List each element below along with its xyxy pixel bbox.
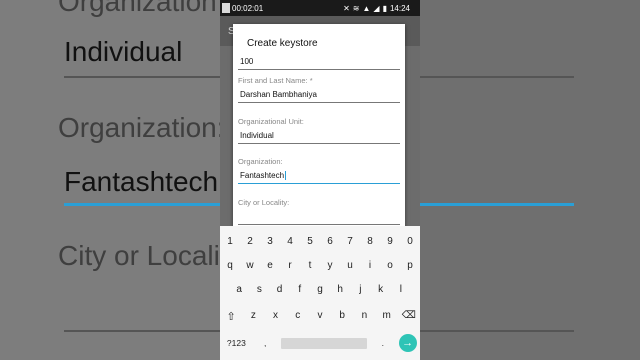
keyboard-row-function: ?123 , . →: [220, 334, 420, 352]
key[interactable]: 7: [341, 236, 359, 247]
key[interactable]: y: [321, 260, 339, 271]
wifi-icon: ≋: [352, 3, 360, 13]
key[interactable]: c: [289, 310, 307, 323]
key[interactable]: 4: [281, 236, 299, 247]
organizational-unit-input[interactable]: Individual: [238, 129, 400, 144]
period-key[interactable]: .: [374, 338, 392, 348]
create-keystore-dialog: Create keystore 100 First and Last Name:…: [233, 24, 405, 234]
key[interactable]: q: [221, 260, 239, 271]
status-icons: ✕ ≋ ▲ ◢ ▮ 14:24: [343, 4, 414, 13]
organizational-unit-label: Organizational Unit:: [238, 117, 304, 126]
organization-field[interactable]: Organization: Fantashtech: [238, 157, 400, 184]
key[interactable]: o: [381, 260, 399, 271]
key[interactable]: 2: [241, 236, 259, 247]
organizational-unit-field[interactable]: Organizational Unit: Individual: [238, 117, 400, 144]
key[interactable]: u: [341, 260, 359, 271]
bg-right-underline-3: [420, 330, 574, 332]
key[interactable]: h: [331, 284, 349, 295]
city-locality-field[interactable]: City or Locality:: [238, 198, 400, 225]
background-zoom-left: Organization Individual Organization: Fa…: [0, 0, 220, 360]
comma-key[interactable]: ,: [256, 338, 274, 348]
key[interactable]: r: [281, 260, 299, 271]
space-bar[interactable]: [280, 337, 367, 349]
first-last-name-label: First and Last Name: *: [238, 76, 313, 85]
key[interactable]: t: [301, 260, 319, 271]
key[interactable]: m: [378, 310, 396, 323]
bg-city-underline: [64, 330, 220, 332]
enter-key-icon[interactable]: →: [398, 334, 417, 352]
key[interactable]: l: [392, 284, 410, 295]
bg-org-unit-underline: [64, 76, 220, 78]
soft-keyboard: 1 2 3 4 5 6 7 8 9 0 q w e r t y u i o p …: [220, 226, 420, 360]
key[interactable]: x: [267, 310, 285, 323]
keyboard-row-numbers: 1 2 3 4 5 6 7 8 9 0: [220, 236, 420, 247]
organization-input[interactable]: Fantashtech: [238, 169, 400, 184]
key[interactable]: b: [333, 310, 351, 323]
app-notification-icon: [222, 3, 230, 13]
bg-org-unit-value: Individual: [64, 36, 183, 67]
key[interactable]: i: [361, 260, 379, 271]
clock: 14:24: [389, 3, 410, 13]
key[interactable]: d: [271, 284, 289, 295]
mute-icon: ✕: [343, 3, 350, 13]
keyboard-row-top: q w e r t y u i o p: [220, 260, 420, 271]
key[interactable]: 3: [261, 236, 279, 247]
organization-label: Organization:: [238, 157, 283, 166]
alias-input[interactable]: 100: [238, 55, 400, 70]
bg-org-underline: [64, 203, 220, 206]
organization-value: Fantashtech: [240, 171, 285, 180]
key[interactable]: s: [250, 284, 268, 295]
key[interactable]: k: [372, 284, 390, 295]
shift-key-icon[interactable]: ⇧: [222, 310, 240, 323]
alias-field[interactable]: 100: [238, 52, 400, 70]
key[interactable]: 5: [301, 236, 319, 247]
key[interactable]: a: [230, 284, 248, 295]
bg-right-underline-2: [420, 203, 574, 206]
signal-icon: ▲: [362, 3, 371, 13]
key[interactable]: z: [244, 310, 262, 323]
battery-icon: ▮: [382, 3, 387, 13]
keyboard-row-bottom: ⇧ z x c v b n m ⌫: [220, 310, 420, 323]
4g-icon: ◢: [373, 3, 380, 13]
key[interactable]: 6: [321, 236, 339, 247]
key[interactable]: 1: [221, 236, 239, 247]
key[interactable]: 8: [361, 236, 379, 247]
status-bar: 00:02:01 ✕ ≋ ▲ ◢ ▮ 14:24: [220, 0, 420, 16]
bg-top-label: Organization: [58, 0, 217, 17]
first-last-name-input[interactable]: Darshan Bambhaniya: [238, 88, 400, 103]
keyboard-row-middle: a s d f g h j k l: [220, 284, 420, 295]
text-caret: [285, 171, 287, 181]
key[interactable]: j: [351, 284, 369, 295]
bg-org-label: Organization:: [58, 112, 220, 143]
key[interactable]: f: [291, 284, 309, 295]
background-zoom-right: [420, 0, 640, 360]
bg-right-underline-1: [420, 76, 574, 78]
recording-time: 00:02:01: [232, 3, 264, 13]
city-locality-label: City or Locality:: [238, 198, 290, 207]
dialog-title: Create keystore: [247, 38, 318, 49]
key[interactable]: g: [311, 284, 329, 295]
key[interactable]: p: [401, 260, 419, 271]
key[interactable]: e: [261, 260, 279, 271]
key[interactable]: w: [241, 260, 259, 271]
city-locality-input[interactable]: [238, 210, 400, 225]
symbols-key[interactable]: ?123: [223, 338, 249, 348]
first-last-name-field[interactable]: First and Last Name: * Darshan Bambhaniy…: [238, 76, 400, 103]
key[interactable]: 0: [401, 236, 419, 247]
phone-screen: 00:02:01 ✕ ≋ ▲ ◢ ▮ 14:24 S Create keysto…: [220, 0, 420, 360]
bg-org-value: Fantashtech: [64, 166, 219, 197]
key[interactable]: 9: [381, 236, 399, 247]
key[interactable]: n: [355, 310, 373, 323]
bg-city-label: City or Localit: [58, 240, 220, 271]
backspace-key-icon[interactable]: ⌫: [400, 310, 418, 323]
key[interactable]: v: [311, 310, 329, 323]
